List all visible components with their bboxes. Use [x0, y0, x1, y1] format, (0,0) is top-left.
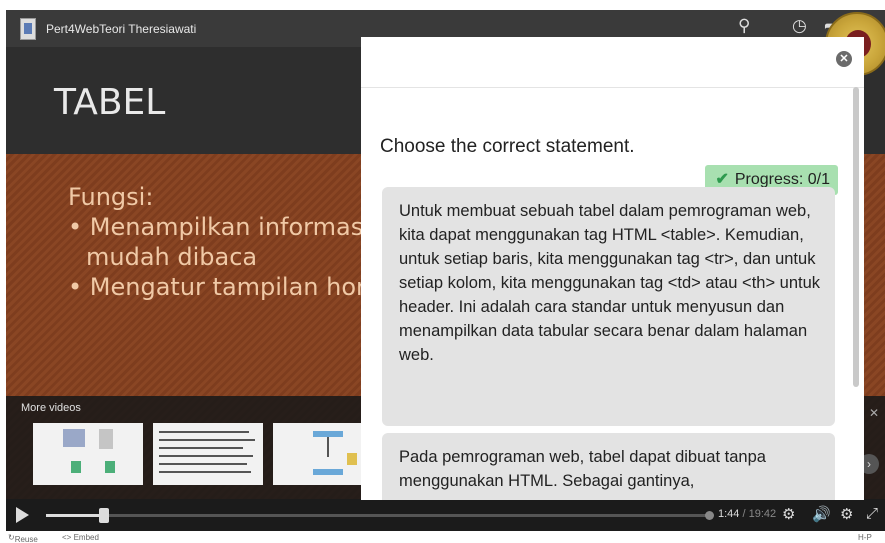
video-footer: ↻ Reuse <> Embed H-P	[6, 531, 885, 543]
quiz-dialog: ✕ Choose the correct statement. ✔ Progres…	[361, 37, 864, 500]
video-title[interactable]: Pert4WebTeori Theresiawati	[46, 22, 196, 36]
search-icon[interactable]: ⚲	[738, 16, 750, 36]
slide-title: TABEL	[54, 82, 166, 123]
slide-line: mudah dibaca	[86, 243, 258, 271]
related-video-thumbnail[interactable]	[153, 423, 263, 485]
fullscreen-icon[interactable]: ⤢	[866, 505, 878, 522]
quality-icon[interactable]: ⚙	[782, 505, 795, 523]
time-current: 1:44	[718, 508, 740, 520]
slide-line: Fungsi:	[68, 183, 154, 211]
clock-icon[interactable]: ◷	[792, 16, 807, 36]
time-display: 1:44 / 19:42	[718, 508, 776, 520]
answer-option[interactable]: Untuk membuat sebuah tabel dalam pemrogr…	[382, 187, 835, 426]
check-icon: ✔	[715, 171, 729, 188]
seek-handle[interactable]	[99, 508, 109, 523]
page: Pert4WebTeori Theresiawati ⚲ ◷ ➦ TABEL F…	[0, 0, 885, 543]
time-total: / 19:42	[742, 508, 777, 520]
settings-icon[interactable]: ⚙	[840, 505, 853, 523]
seek-end-dot	[705, 511, 714, 520]
dialog-scrollbar[interactable]	[853, 87, 859, 387]
progress-label: Progress: 0/1	[734, 171, 830, 188]
h5p-label: H-P	[858, 533, 872, 542]
slide-line: • Mengatur tampilan hom	[68, 273, 380, 301]
answer-option[interactable]: Pada pemrograman web, tabel dapat dibuat…	[382, 433, 835, 500]
more-videos-label: More videos	[21, 402, 81, 414]
dialog-divider	[361, 87, 864, 88]
close-more-videos-icon[interactable]: ✕	[869, 406, 879, 420]
video-thumbnail-icon	[20, 18, 36, 40]
seek-bar[interactable]	[46, 508, 714, 523]
embed-link[interactable]: <> Embed	[62, 533, 99, 542]
close-icon[interactable]: ✕	[836, 51, 852, 67]
play-icon[interactable]	[16, 507, 29, 523]
slide-line: • Menampilkan informasi s	[68, 213, 390, 241]
player-controls: 1:44 / 19:42 ⚙ 🔊 ⚙ ⤢	[6, 499, 885, 531]
volume-icon[interactable]: 🔊	[812, 505, 831, 523]
reuse-link[interactable]: ↻ Reuse	[8, 533, 38, 543]
seek-progress	[46, 514, 104, 517]
slide-body: Fungsi: • Menampilkan informasi s mudah …	[68, 182, 390, 302]
reuse-label: Reuse	[14, 535, 38, 543]
quiz-question: Choose the correct statement.	[380, 136, 635, 157]
related-video-thumbnail[interactable]	[33, 423, 143, 485]
